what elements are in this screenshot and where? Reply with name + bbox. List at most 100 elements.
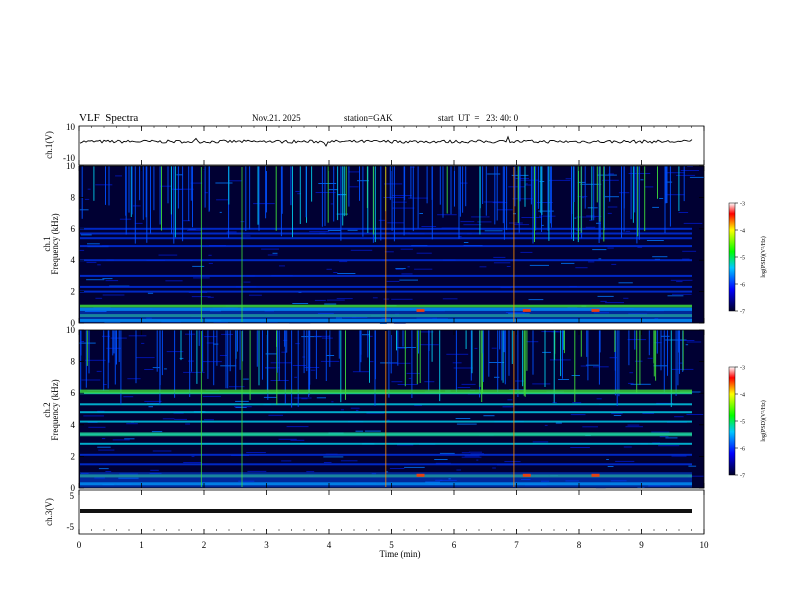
sferic-line — [665, 166, 667, 204]
sferic-line — [139, 166, 141, 201]
sferic-line — [362, 166, 364, 237]
sferic-line — [225, 330, 227, 389]
noise-speck — [660, 335, 670, 337]
noise-speck — [640, 179, 644, 181]
sferic-line — [519, 166, 521, 202]
noise-speck — [162, 418, 175, 420]
ch1-panel: 10 -10 ch.1(V) — [44, 122, 705, 166]
sferic-line — [479, 166, 481, 235]
sferic-line — [618, 330, 620, 397]
noise-speck — [580, 183, 602, 185]
colorbar-tick-label: -5 — [740, 256, 745, 262]
noise-speck — [665, 437, 678, 439]
sferic-line — [537, 166, 539, 209]
sferic-line — [550, 166, 552, 228]
noise-speck — [401, 273, 413, 275]
sferic-line — [416, 330, 418, 385]
noise-speck — [634, 360, 643, 362]
noise-speck — [456, 423, 477, 425]
sferic-line — [305, 166, 307, 218]
noise-speck — [397, 384, 418, 385]
sferic-line — [621, 166, 622, 238]
sferic-line — [235, 330, 237, 391]
noise-speck — [303, 367, 320, 368]
noise-speck — [327, 230, 341, 231]
noise-speck — [452, 362, 462, 364]
noise-speck — [290, 439, 305, 441]
noise-speck — [340, 409, 344, 411]
noise-speck — [544, 424, 548, 426]
noise-speck — [672, 293, 692, 295]
sferic-line — [630, 166, 632, 220]
sferic-line — [278, 330, 280, 381]
noise-speck — [416, 252, 432, 254]
sferic-line — [249, 166, 251, 230]
sferic-line — [501, 330, 503, 381]
sferic-line — [150, 166, 151, 234]
noise-speck — [460, 182, 468, 184]
sferic-line — [276, 330, 278, 373]
noise-speck — [492, 467, 496, 469]
noise-speck — [513, 224, 530, 226]
sferic-line — [666, 166, 668, 203]
noise-speck — [98, 449, 115, 451]
noise-speck — [504, 461, 521, 463]
noise-speck — [86, 279, 105, 281]
sferic-line — [161, 330, 163, 376]
sferic-line — [663, 330, 665, 393]
sferic-line — [616, 330, 618, 406]
ch1-axis-label: ch.1(V) — [44, 131, 54, 159]
noise-speck — [97, 446, 111, 448]
sferic-line — [506, 166, 508, 230]
sferic-line — [638, 166, 640, 240]
noise-speck — [439, 452, 455, 454]
sferic-line — [266, 166, 267, 213]
noise-speck — [309, 230, 330, 232]
sferic-line — [153, 166, 155, 211]
spec1-freq-label: Frequency (kHz) — [50, 213, 60, 274]
sferic-line — [439, 166, 441, 205]
sferic-line — [522, 330, 524, 387]
sferic-line — [632, 166, 634, 223]
noise-speck — [571, 375, 580, 376]
noise-speck — [630, 383, 651, 385]
noise-speck — [561, 262, 575, 264]
noise-speck — [442, 298, 458, 300]
sferic-line — [135, 330, 137, 384]
noise-speck — [88, 426, 106, 428]
sferic-line — [485, 166, 487, 216]
noise-speck — [608, 173, 614, 175]
sferic-line — [303, 330, 305, 374]
noise-speck — [268, 414, 283, 416]
noise-speck — [493, 262, 511, 264]
colorbar-tick-label: -7 — [740, 474, 745, 480]
noise-speck — [151, 431, 163, 433]
noise-speck — [97, 264, 101, 266]
colorbar-tick-label: -4 — [740, 393, 745, 399]
sferic-line — [204, 166, 206, 208]
event-marker — [385, 167, 387, 322]
sferic-line — [502, 166, 504, 224]
sferic-line — [637, 166, 639, 237]
sferic-line — [596, 166, 598, 203]
noise-speck — [96, 370, 102, 372]
noise-speck — [558, 379, 570, 380]
noise-speck — [529, 264, 549, 266]
noise-speck — [576, 216, 596, 218]
sferic-line — [524, 330, 526, 397]
noise-speck — [208, 262, 213, 264]
noise-speck — [659, 436, 669, 438]
sferic-line — [308, 330, 310, 397]
sferic-line — [229, 330, 231, 372]
sferic-line — [678, 166, 680, 211]
sferic-line — [524, 166, 526, 207]
sferic-line — [584, 166, 586, 209]
noise-speck — [613, 415, 622, 416]
sferic-line — [213, 330, 215, 386]
noise-speck — [135, 357, 155, 359]
sferic-line — [431, 166, 433, 200]
noise-speck — [188, 360, 194, 362]
noise-speck — [404, 466, 425, 468]
colorbar-tick-label: -3 — [740, 366, 745, 372]
noise-speck — [446, 353, 469, 355]
